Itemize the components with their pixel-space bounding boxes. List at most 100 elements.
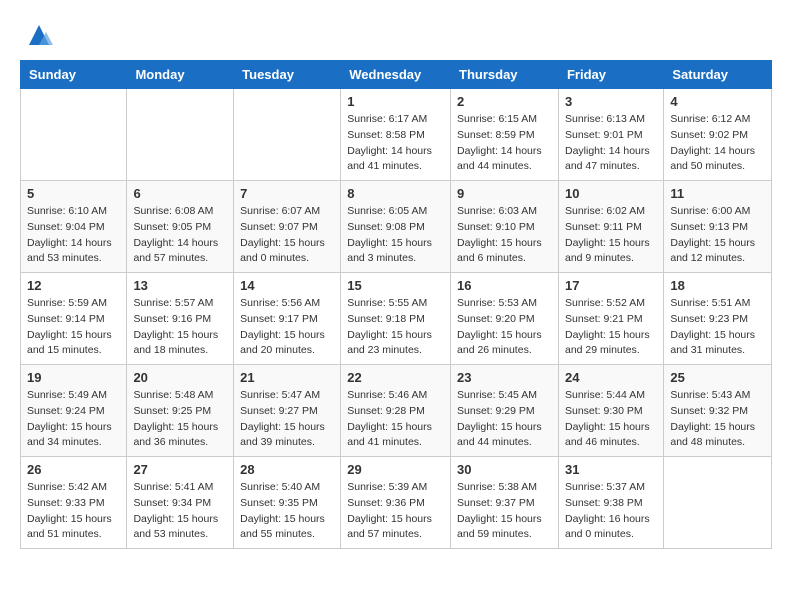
calendar-day-cell (21, 89, 127, 181)
day-number: 10 (565, 186, 657, 201)
day-info: Sunrise: 5:49 AMSunset: 9:24 PMDaylight:… (27, 388, 120, 451)
calendar-day-cell: 18Sunrise: 5:51 AMSunset: 9:23 PMDayligh… (664, 273, 772, 365)
day-info: Sunrise: 6:10 AMSunset: 9:04 PMDaylight:… (27, 204, 120, 267)
day-info: Sunrise: 6:00 AMSunset: 9:13 PMDaylight:… (670, 204, 765, 267)
logo (20, 20, 54, 50)
day-info: Sunrise: 5:41 AMSunset: 9:34 PMDaylight:… (133, 480, 227, 543)
day-number: 22 (347, 370, 444, 385)
calendar-day-cell: 26 Sunrise: 5:42 AMSunset: 9:33 PMDayligh… (21, 457, 127, 549)
calendar-week-row: 26 Sunrise: 5:42 AMSunset: 9:33 PMDayligh… (21, 457, 772, 549)
calendar-day-cell: 27 Sunrise: 5:41 AMSunset: 9:34 PMDayligh… (127, 457, 234, 549)
calendar-day-cell: 8 Sunrise: 6:05 AMSunset: 9:08 PMDaylight… (341, 181, 451, 273)
day-number: 19 (27, 370, 120, 385)
day-info: Sunrise: 6:08 AMSunset: 9:05 PMDaylight:… (133, 204, 227, 267)
day-info: Sunrise: 5:53 AMSunset: 9:20 PMDaylight:… (457, 296, 552, 359)
calendar-day-cell: 25 Sunrise: 5:43 AMSunset: 9:32 PMDayligh… (664, 365, 772, 457)
day-number: 3 (565, 94, 657, 109)
day-info: Sunrise: 6:17 AMSunset: 8:58 PMDaylight:… (347, 112, 444, 175)
day-number: 8 (347, 186, 444, 201)
day-info: Sunrise: 5:59 AMSunset: 9:14 PMDaylight:… (27, 296, 120, 359)
day-info: Sunrise: 5:40 AMSunset: 9:35 PMDaylight:… (240, 480, 334, 543)
day-info: Sunrise: 5:42 AMSunset: 9:33 PMDaylight:… (27, 480, 120, 543)
day-number: 27 (133, 462, 227, 477)
day-of-week-header: Friday (558, 61, 663, 89)
day-info: Sunrise: 5:48 AMSunset: 9:25 PMDaylight:… (133, 388, 227, 451)
day-of-week-header: Saturday (664, 61, 772, 89)
day-info: Sunrise: 5:37 AMSunset: 9:38 PMDaylight:… (565, 480, 657, 543)
calendar-header-row: SundayMondayTuesdayWednesdayThursdayFrid… (21, 61, 772, 89)
day-info: Sunrise: 5:45 AMSunset: 9:29 PMDaylight:… (457, 388, 552, 451)
day-number: 4 (670, 94, 765, 109)
day-of-week-header: Sunday (21, 61, 127, 89)
day-info: Sunrise: 5:44 AMSunset: 9:30 PMDaylight:… (565, 388, 657, 451)
day-of-week-header: Tuesday (234, 61, 341, 89)
calendar-day-cell: 17 Sunrise: 5:52 AMSunset: 9:21 PMDayligh… (558, 273, 663, 365)
day-number: 6 (133, 186, 227, 201)
calendar-day-cell: 9Sunrise: 6:03 AMSunset: 9:10 PMDaylight… (451, 181, 559, 273)
calendar-day-cell: 19 Sunrise: 5:49 AMSunset: 9:24 PMDayligh… (21, 365, 127, 457)
calendar-day-cell: 1 Sunrise: 6:17 AMSunset: 8:58 PMDaylight… (341, 89, 451, 181)
calendar-day-cell: 2Sunrise: 6:15 AMSunset: 8:59 PMDaylight… (451, 89, 559, 181)
calendar-day-cell: 16 Sunrise: 5:53 AMSunset: 9:20 PMDayligh… (451, 273, 559, 365)
calendar-day-cell: 21Sunrise: 5:47 AMSunset: 9:27 PMDayligh… (234, 365, 341, 457)
day-of-week-header: Monday (127, 61, 234, 89)
day-info: Sunrise: 6:02 AMSunset: 9:11 PMDaylight:… (565, 204, 657, 267)
calendar-day-cell: 30 Sunrise: 5:38 AMSunset: 9:37 PMDayligh… (451, 457, 559, 549)
calendar-table: SundayMondayTuesdayWednesdayThursdayFrid… (20, 60, 772, 549)
day-number: 15 (347, 278, 444, 293)
day-number: 17 (565, 278, 657, 293)
day-number: 31 (565, 462, 657, 477)
page-header (20, 20, 772, 50)
calendar-day-cell: 24Sunrise: 5:44 AMSunset: 9:30 PMDayligh… (558, 365, 663, 457)
day-number: 2 (457, 94, 552, 109)
day-info: Sunrise: 5:57 AMSunset: 9:16 PMDaylight:… (133, 296, 227, 359)
day-number: 13 (133, 278, 227, 293)
calendar-day-cell: 29 Sunrise: 5:39 AMSunset: 9:36 PMDayligh… (341, 457, 451, 549)
calendar-day-cell: 11 Sunrise: 6:00 AMSunset: 9:13 PMDayligh… (664, 181, 772, 273)
day-info: Sunrise: 5:47 AMSunset: 9:27 PMDaylight:… (240, 388, 334, 451)
calendar-day-cell: 14Sunrise: 5:56 AMSunset: 9:17 PMDayligh… (234, 273, 341, 365)
day-number: 16 (457, 278, 552, 293)
day-info: Sunrise: 6:05 AMSunset: 9:08 PMDaylight:… (347, 204, 444, 267)
day-info: Sunrise: 5:39 AMSunset: 9:36 PMDaylight:… (347, 480, 444, 543)
logo-icon (24, 20, 54, 50)
day-info: Sunrise: 6:12 AMSunset: 9:02 PMDaylight:… (670, 112, 765, 175)
calendar-day-cell: 15 Sunrise: 5:55 AMSunset: 9:18 PMDayligh… (341, 273, 451, 365)
day-number: 20 (133, 370, 227, 385)
day-number: 12 (27, 278, 120, 293)
calendar-day-cell: 22 Sunrise: 5:46 AMSunset: 9:28 PMDayligh… (341, 365, 451, 457)
calendar-week-row: 1 Sunrise: 6:17 AMSunset: 8:58 PMDaylight… (21, 89, 772, 181)
calendar-day-cell (234, 89, 341, 181)
calendar-day-cell: 3 Sunrise: 6:13 AMSunset: 9:01 PMDaylight… (558, 89, 663, 181)
day-info: Sunrise: 5:38 AMSunset: 9:37 PMDaylight:… (457, 480, 552, 543)
day-info: Sunrise: 6:13 AMSunset: 9:01 PMDaylight:… (565, 112, 657, 175)
calendar-day-cell: 23 Sunrise: 5:45 AMSunset: 9:29 PMDayligh… (451, 365, 559, 457)
calendar-day-cell: 13 Sunrise: 5:57 AMSunset: 9:16 PMDayligh… (127, 273, 234, 365)
day-number: 11 (670, 186, 765, 201)
calendar-day-cell: 28Sunrise: 5:40 AMSunset: 9:35 PMDayligh… (234, 457, 341, 549)
day-number: 23 (457, 370, 552, 385)
day-info: Sunrise: 5:52 AMSunset: 9:21 PMDaylight:… (565, 296, 657, 359)
day-number: 7 (240, 186, 334, 201)
day-number: 14 (240, 278, 334, 293)
day-info: Sunrise: 5:43 AMSunset: 9:32 PMDaylight:… (670, 388, 765, 451)
day-of-week-header: Wednesday (341, 61, 451, 89)
day-number: 25 (670, 370, 765, 385)
calendar-day-cell: 6 Sunrise: 6:08 AMSunset: 9:05 PMDaylight… (127, 181, 234, 273)
day-info: Sunrise: 6:03 AMSunset: 9:10 PMDaylight:… (457, 204, 552, 267)
day-info: Sunrise: 6:07 AMSunset: 9:07 PMDaylight:… (240, 204, 334, 267)
day-number: 30 (457, 462, 552, 477)
calendar-week-row: 12 Sunrise: 5:59 AMSunset: 9:14 PMDayligh… (21, 273, 772, 365)
day-number: 26 (27, 462, 120, 477)
calendar-day-cell: 5 Sunrise: 6:10 AMSunset: 9:04 PMDaylight… (21, 181, 127, 273)
calendar-day-cell: 10 Sunrise: 6:02 AMSunset: 9:11 PMDayligh… (558, 181, 663, 273)
day-info: Sunrise: 5:55 AMSunset: 9:18 PMDaylight:… (347, 296, 444, 359)
calendar-day-cell: 4 Sunrise: 6:12 AMSunset: 9:02 PMDaylight… (664, 89, 772, 181)
day-number: 18 (670, 278, 765, 293)
calendar-day-cell: 20 Sunrise: 5:48 AMSunset: 9:25 PMDayligh… (127, 365, 234, 457)
day-number: 5 (27, 186, 120, 201)
calendar-day-cell (664, 457, 772, 549)
day-number: 29 (347, 462, 444, 477)
day-info: Sunrise: 5:46 AMSunset: 9:28 PMDaylight:… (347, 388, 444, 451)
day-number: 1 (347, 94, 444, 109)
